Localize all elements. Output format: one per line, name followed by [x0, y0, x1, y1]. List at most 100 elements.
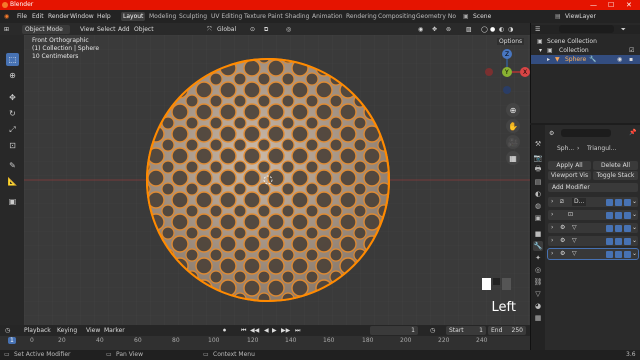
minimize-button[interactable]: — — [590, 0, 597, 10]
modifier-tab-icon[interactable]: 🔧 — [533, 241, 543, 251]
jump-start-icon[interactable]: ⏮ — [241, 326, 246, 335]
pan-hand-icon[interactable]: ✋ — [506, 119, 520, 133]
tree-item-collection[interactable]: ▾ ▣ Collection ☑ — [531, 46, 640, 55]
menu-render[interactable]: Render — [48, 12, 69, 21]
viewport-icon[interactable] — [615, 198, 622, 206]
measure-tool-icon[interactable]: 📐 — [6, 175, 19, 188]
tree-item-scene-collection[interactable]: ▣ Scene Collection — [531, 37, 640, 46]
expand-icon[interactable]: › — [551, 237, 553, 245]
tab-layout[interactable]: Layout — [121, 12, 146, 21]
cursor-tool-icon[interactable]: ⊕ — [6, 69, 19, 82]
3d-viewport[interactable]: Front Orthographic (1) Collection | Sphe… — [24, 35, 530, 325]
edit-mode-icon[interactable] — [606, 237, 613, 245]
chevron-down-icon[interactable]: ⌄ — [632, 250, 637, 258]
tab-rendering[interactable]: Rendering — [344, 12, 379, 21]
preview-range-icon[interactable]: ◷ — [430, 326, 435, 335]
camera-icon[interactable]: ▪ — [629, 55, 633, 64]
tab-modeling[interactable]: Modeling — [147, 12, 178, 21]
menu-playback[interactable]: Playback — [24, 326, 51, 335]
render-icon[interactable] — [624, 237, 631, 245]
record-button[interactable]: ⏺ — [223, 326, 226, 335]
camera-view-icon[interactable]: 🎥 — [506, 135, 520, 149]
scene-icon[interactable]: ▣ — [463, 12, 469, 21]
orientation-icon[interactable]: ⤧ — [207, 25, 212, 34]
expand-icon[interactable]: › — [551, 250, 553, 258]
object-tab-icon[interactable]: ■ — [533, 229, 543, 239]
tab-shading[interactable]: Shading — [283, 12, 311, 21]
render-icon[interactable] — [624, 211, 631, 219]
perspective-toggle-icon[interactable]: ▦ — [506, 151, 520, 165]
tab-texture-paint[interactable]: Texture Paint — [242, 12, 285, 21]
checkbox-icon[interactable]: ☑ — [629, 46, 634, 55]
viewport-icon[interactable] — [615, 224, 622, 232]
tool-tab-icon[interactable]: ⚒ — [533, 139, 543, 149]
tree-item-sphere[interactable]: ▸ ▼ Sphere 🔧 ◉ ▪ — [531, 55, 640, 64]
constraints-tab-icon[interactable]: ⛓ — [533, 277, 543, 287]
apply-all-button[interactable]: Apply All — [548, 161, 591, 170]
shading-rendered-icon[interactable]: ◑ — [508, 25, 513, 34]
start-frame-field[interactable]: Start 1 — [446, 326, 486, 335]
outliner-editor-icon[interactable]: ☰ — [535, 25, 540, 34]
modifier-panel[interactable]: › ⚙ ▽ ⌄ — [548, 236, 638, 246]
edit-mode-icon[interactable] — [606, 224, 613, 232]
tab-animation[interactable]: Animation — [310, 12, 345, 21]
eye-icon[interactable]: ◉ — [617, 55, 622, 64]
chevron-down-icon[interactable]: ⌄ — [632, 237, 637, 245]
world-tab-icon[interactable]: ◍ — [533, 201, 543, 211]
orientation-selector[interactable]: Global — [217, 25, 236, 34]
modifier-panel[interactable]: › ⊡ ⌄ — [548, 210, 638, 220]
menu-keying[interactable]: Keying — [57, 326, 77, 335]
menu-help[interactable]: Help — [97, 12, 111, 21]
end-frame-field[interactable]: End 250 — [488, 326, 526, 335]
scene-tab-icon[interactable]: ◐ — [533, 189, 543, 199]
pivot-icon[interactable]: ⊙ — [250, 25, 255, 34]
add-modifier-button[interactable]: Add Modifier — [548, 183, 638, 192]
annotate-tool-icon[interactable]: ✎ — [6, 159, 19, 172]
scale-tool-icon[interactable]: ⤢ — [6, 123, 19, 136]
expand-icon[interactable]: › — [551, 224, 553, 232]
data-tab-icon[interactable]: ▽ — [533, 289, 543, 299]
tab-geometry-nodes[interactable]: Geometry No — [414, 12, 458, 21]
play-reverse-icon[interactable]: ◀ — [264, 326, 269, 335]
shading-wireframe-icon[interactable]: ◯ — [481, 25, 488, 34]
material-tab-icon[interactable]: ◕ — [533, 301, 543, 311]
menu-edit[interactable]: Edit — [32, 12, 44, 21]
mode-selector[interactable]: Object Mode — [22, 25, 70, 34]
menu-timeline-view[interactable]: View — [86, 326, 100, 335]
menu-object[interactable]: Object — [134, 25, 154, 34]
props-search-field[interactable] — [561, 129, 611, 137]
proportional-edit-icon[interactable]: ◎ — [286, 25, 291, 34]
render-icon[interactable] — [624, 224, 631, 232]
chevron-down-icon[interactable]: ⌄ — [632, 198, 637, 206]
menu-view[interactable]: View — [80, 25, 94, 34]
visibility-icon[interactable]: ◉ — [418, 25, 423, 34]
transform-tool-icon[interactable]: ⊡ — [6, 139, 19, 152]
edit-mode-icon[interactable] — [606, 250, 613, 258]
expand-icon[interactable]: ▸ — [547, 55, 550, 64]
prev-keyframe-icon[interactable]: ◀◀ — [250, 326, 259, 335]
expand-icon[interactable]: › — [551, 198, 553, 206]
tab-compositing[interactable]: Compositing — [376, 12, 418, 21]
select-box-tool-icon[interactable]: ⬚ — [6, 53, 19, 66]
frame-ruler[interactable]: 1 0 20 40 60 80 100 120 140 160 180 200 … — [0, 336, 530, 350]
gizmo-toggle-icon[interactable]: ✥ — [432, 25, 437, 34]
current-frame-field[interactable]: 1 — [370, 326, 418, 335]
editor-type-icon[interactable]: ⊞ — [4, 25, 9, 34]
modifier-panel[interactable]: › ⧄ D... ⌄ — [548, 197, 638, 207]
chevron-down-icon[interactable]: ⌄ — [632, 224, 637, 232]
render-icon[interactable] — [624, 250, 631, 258]
close-button[interactable]: ✕ — [626, 0, 632, 10]
render-tab-icon[interactable]: 📷 — [533, 153, 543, 163]
texture-tab-icon[interactable]: ▦ — [533, 313, 543, 323]
xray-icon[interactable]: ▨ — [466, 25, 472, 34]
particles-tab-icon[interactable]: ✦ — [533, 253, 543, 263]
toggle-stack-button[interactable]: Toggle Stack — [593, 171, 638, 180]
navigation-gizmo[interactable]: X Y Z — [482, 47, 530, 97]
modifier-panel[interactable]: › ⚙ ▽ ⌄ — [547, 248, 639, 260]
move-tool-icon[interactable]: ✥ — [6, 91, 19, 104]
overlay-toggle-icon[interactable]: ⊚ — [446, 25, 451, 34]
tab-uv-editing[interactable]: UV Editing — [209, 12, 244, 21]
blender-menu-icon[interactable]: ◉ — [4, 12, 9, 21]
expand-icon[interactable]: › — [551, 211, 553, 219]
viewport-icon[interactable] — [615, 250, 622, 258]
